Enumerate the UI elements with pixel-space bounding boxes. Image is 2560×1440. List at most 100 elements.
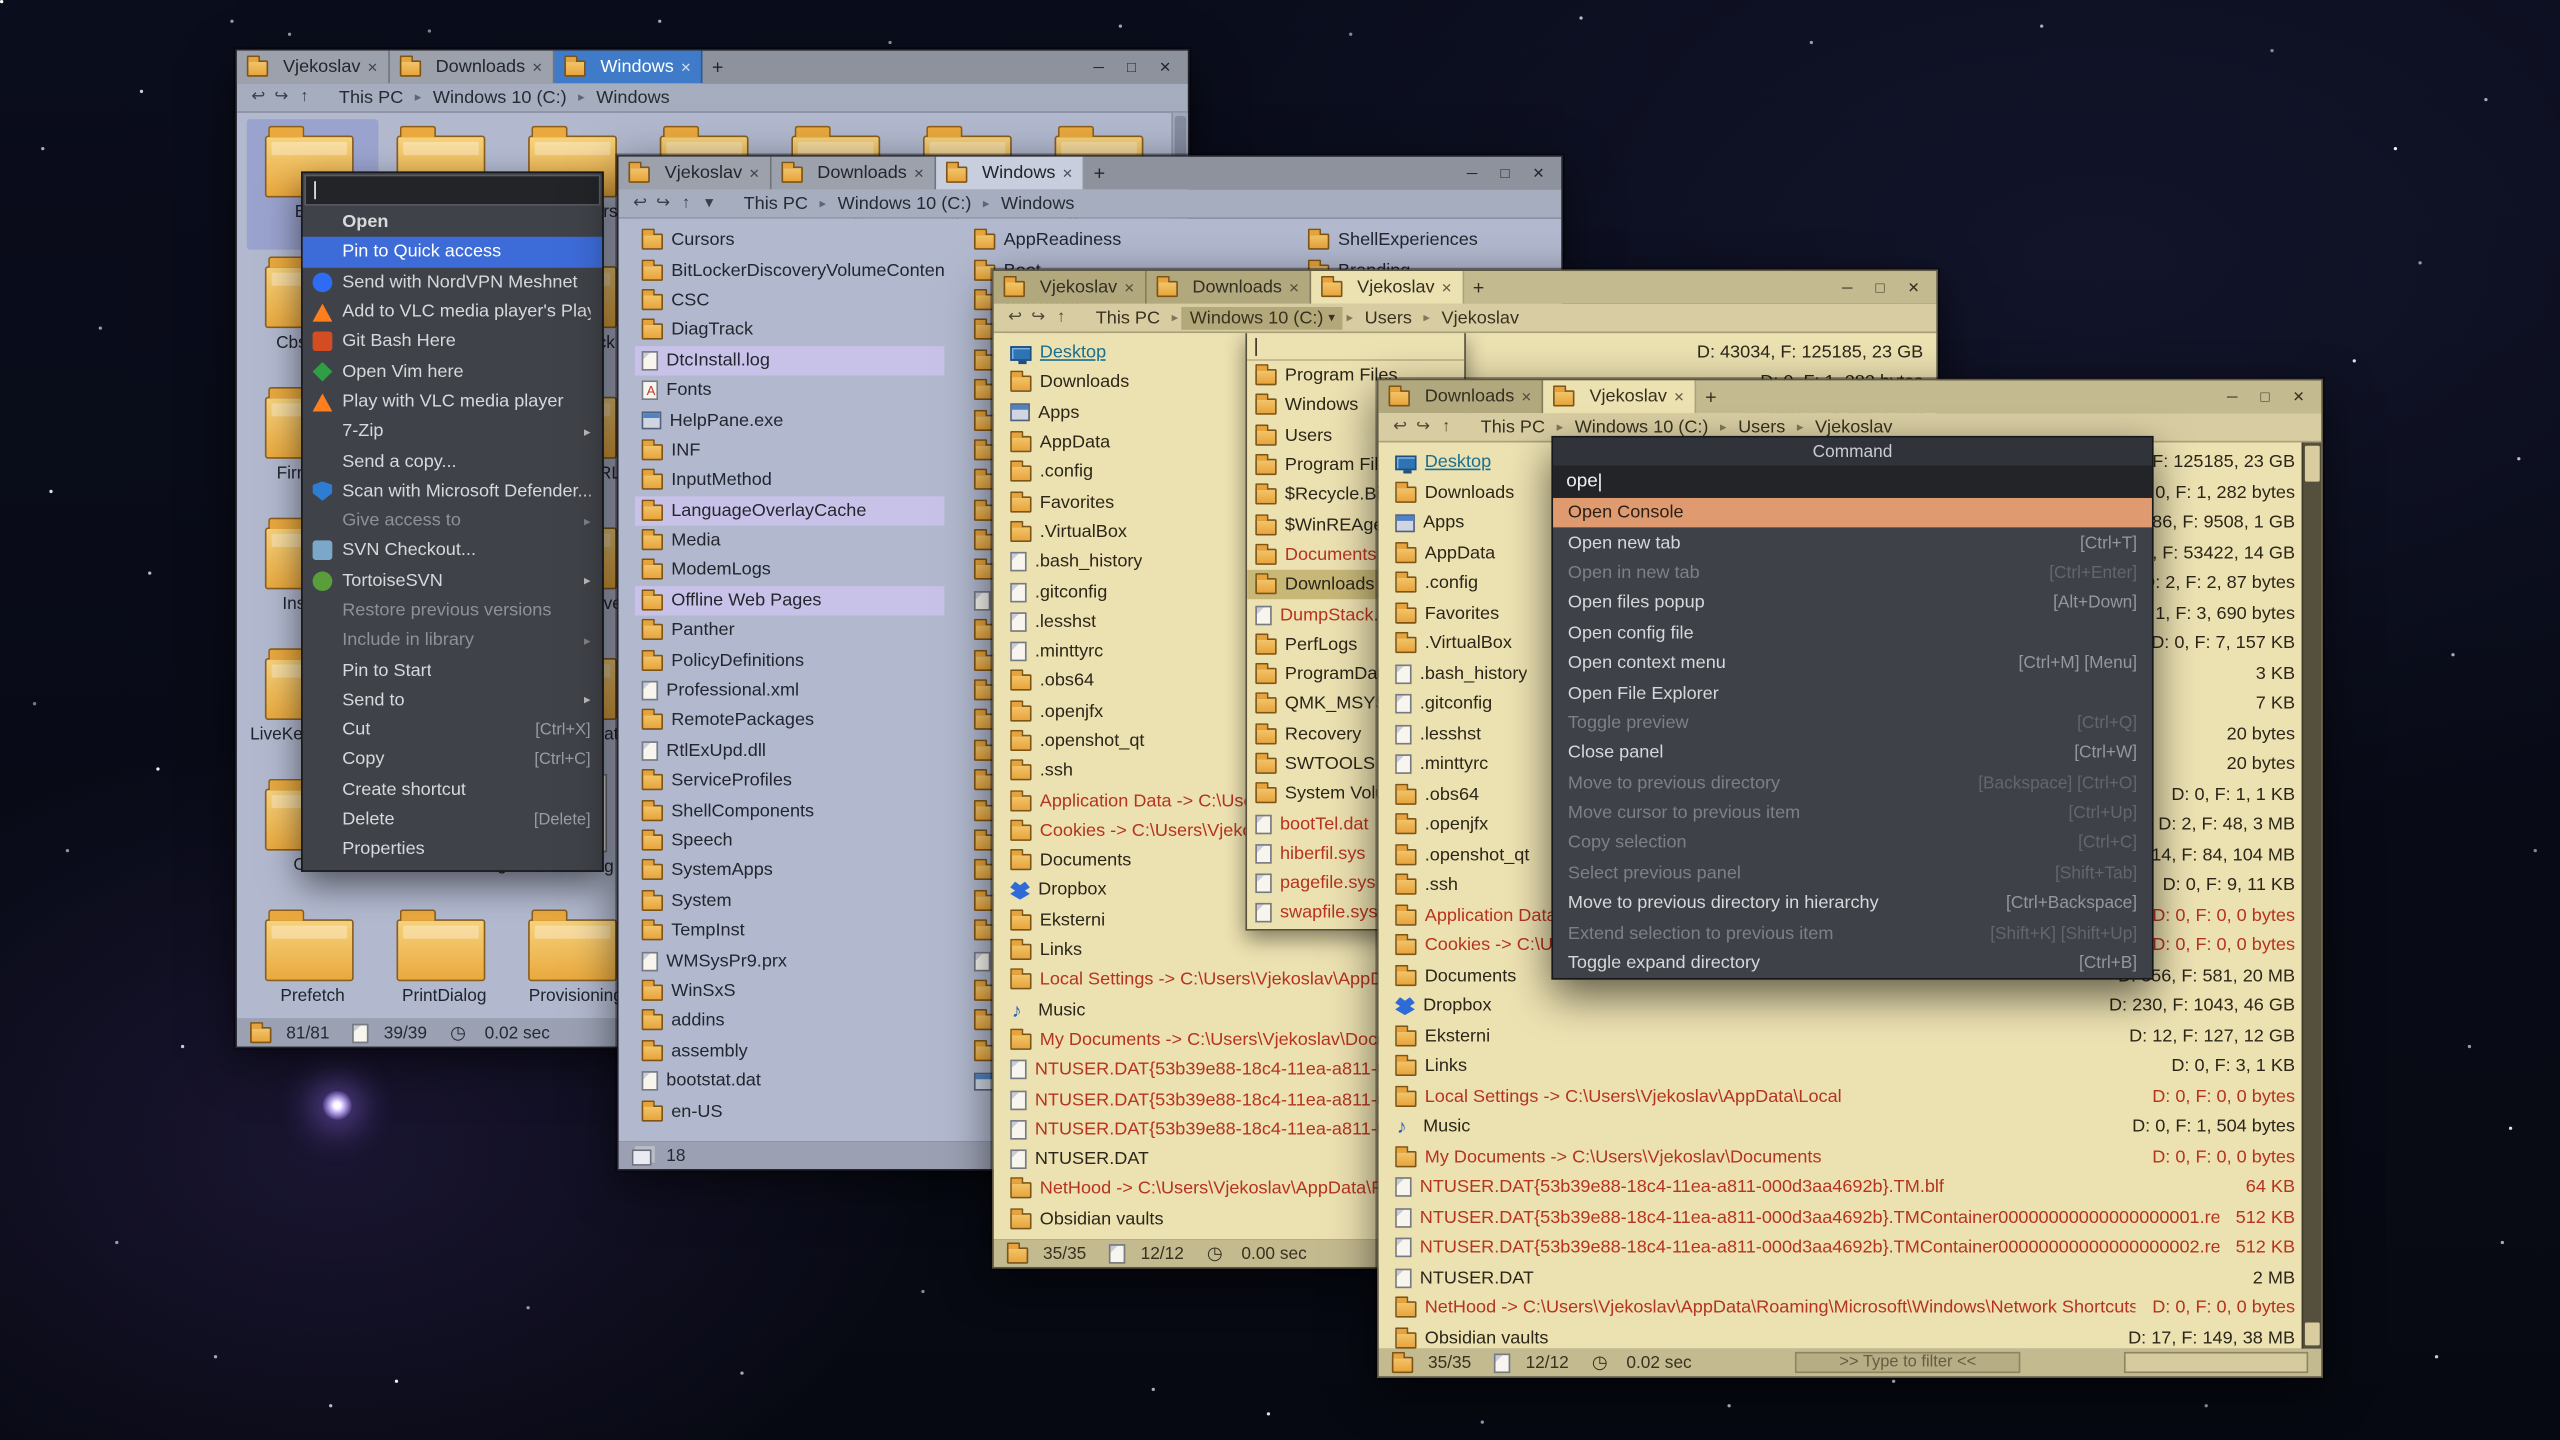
breadcrumb-segment[interactable]: Windows 10 (C:) ▾ xyxy=(1181,306,1343,329)
file-row[interactable]: addins xyxy=(635,1006,944,1036)
command-item[interactable]: Open File Explorer xyxy=(1553,678,2152,708)
tab-close-icon[interactable]: ✕ xyxy=(367,60,378,75)
file-row[interactable]: NTUSER.DAT{53b39e88-18c4-11ea-a811-000d3… xyxy=(1395,1172,2295,1202)
minimize-button[interactable]: ─ xyxy=(1842,279,1853,295)
file-row[interactable]: My Documents -> C:\Users\Vjekoslav\Docum… xyxy=(1395,1142,2295,1172)
file-row[interactable]: Obsidian vaults D: 17, F: 149, 38 MB xyxy=(1395,1323,2295,1348)
tab-close-icon[interactable]: ✕ xyxy=(1289,280,1300,295)
maximize-button[interactable]: □ xyxy=(2261,389,2270,405)
nav-icon[interactable]: ↩ xyxy=(1004,309,1027,327)
file-row[interactable]: InputMethod xyxy=(635,466,944,496)
command-item[interactable]: Open context menu [Ctrl+M] [Menu] xyxy=(1553,648,2152,678)
file-row[interactable]: System xyxy=(635,886,944,916)
minimize-button[interactable]: ─ xyxy=(1467,165,1478,181)
breadcrumb-segment[interactable]: Vjekoslav ▾ xyxy=(1433,306,1527,329)
command-item[interactable]: Toggle expand directory [Ctrl+B] xyxy=(1553,948,2152,978)
command-item[interactable]: Open files popup [Alt+Down] xyxy=(1553,588,2152,618)
file-row[interactable]: Cursors xyxy=(635,225,944,255)
minimize-button[interactable]: ─ xyxy=(2227,389,2238,405)
tab[interactable]: Vjekoslav ✕ xyxy=(994,271,1147,304)
tab[interactable]: Windows ✕ xyxy=(936,157,1085,190)
tab[interactable]: Downloads ✕ xyxy=(771,157,936,190)
tab[interactable]: Windows ✕ xyxy=(554,51,703,84)
file-row[interactable]: CSC xyxy=(635,285,944,315)
file-row[interactable]: RemotePackages xyxy=(635,706,944,736)
file-row[interactable]: Local Settings -> C:\Users\Vjekoslav\App… xyxy=(1395,1082,2295,1112)
minimize-button[interactable]: ─ xyxy=(1093,59,1104,75)
tab-close-icon[interactable]: ✕ xyxy=(1441,280,1452,295)
breadcrumb-segment[interactable]: Windows 10 (C:) ▾ xyxy=(425,86,575,109)
nav-icon[interactable]: ↪ xyxy=(270,88,293,106)
context-menu-item[interactable]: Properties ▸ xyxy=(303,835,602,865)
command-item[interactable]: Extend selection to previous item [Shift… xyxy=(1553,918,2152,948)
command-item[interactable]: Toggle preview [Ctrl+Q] xyxy=(1553,708,2152,738)
file-row[interactable]: Links D: 0, F: 3, 1 KB xyxy=(1395,1051,2295,1081)
tab-close-icon[interactable]: ✕ xyxy=(1521,389,1532,404)
file-row[interactable]: WinSxS xyxy=(635,976,944,1006)
command-item[interactable]: Select previous panel [Shift+Tab] xyxy=(1553,858,2152,888)
nav-icon[interactable]: ↪ xyxy=(1412,418,1435,436)
maximize-button[interactable]: □ xyxy=(1500,165,1509,181)
command-item[interactable]: Open config file xyxy=(1553,618,2152,648)
file-row[interactable]: NTUSER.DAT 2 MB xyxy=(1395,1263,2295,1293)
maximize-button[interactable]: □ xyxy=(1127,59,1136,75)
scrollbar-bottom-button[interactable] xyxy=(2305,1322,2320,1345)
file-row[interactable]: HelpPane.exe xyxy=(635,405,944,435)
breadcrumb-segment[interactable]: This PC xyxy=(735,192,816,215)
breadcrumb-segment[interactable]: Windows 10 (C:) xyxy=(829,192,979,215)
context-menu-item[interactable]: Send to ▸ xyxy=(303,685,602,715)
nav-icon[interactable]: ↑ xyxy=(1050,309,1073,327)
file-row[interactable]: TempInst xyxy=(635,916,944,946)
context-menu-item[interactable]: Scan with Microsoft Defender... ▸ xyxy=(303,476,602,506)
breadcrumb-segment[interactable]: This PC xyxy=(1472,416,1553,439)
context-menu-item[interactable]: Send with NordVPN Meshnet ▸ xyxy=(303,267,602,297)
command-item[interactable]: Move cursor to previous item [Ctrl+Up] xyxy=(1553,798,2152,828)
tab[interactable]: Downloads ✕ xyxy=(1146,271,1311,304)
file-row[interactable]: SystemApps xyxy=(635,856,944,886)
filter-input-well[interactable] xyxy=(2124,1352,2308,1373)
tab-close-icon[interactable]: ✕ xyxy=(1124,280,1135,295)
file-row[interactable]: AppReadiness xyxy=(967,225,1278,255)
new-tab-button[interactable]: + xyxy=(1464,271,1494,304)
file-row[interactable]: WMSysPr9.prx xyxy=(635,946,944,976)
folder-item[interactable]: PrintDialog xyxy=(378,903,510,1019)
command-item[interactable]: Open Console xyxy=(1553,498,2152,528)
nav-icon[interactable]: ↪ xyxy=(651,194,674,212)
file-row[interactable]: ModemLogs xyxy=(635,556,944,586)
context-menu-item[interactable]: Cut [Ctrl+X] ▸ xyxy=(303,715,602,745)
breadcrumb-segment[interactable]: Users ▾ xyxy=(1356,306,1420,329)
file-row[interactable]: ServiceProfiles xyxy=(635,766,944,796)
file-row[interactable]: DtcInstall.log xyxy=(635,345,944,375)
context-menu-item[interactable]: Copy [Ctrl+C] ▸ xyxy=(303,745,602,775)
context-menu-item[interactable]: 7-Zip ▸ xyxy=(303,416,602,446)
file-row[interactable]: ShellComponents xyxy=(635,796,944,826)
breadcrumb-segment[interactable]: Windows ▾ xyxy=(588,86,678,109)
file-row[interactable]: Professional.xml xyxy=(635,676,944,706)
tab[interactable]: Vjekoslav ✕ xyxy=(619,157,772,190)
tab-close-icon[interactable]: ✕ xyxy=(680,60,691,75)
breadcrumb-segment[interactable]: This PC ▾ xyxy=(331,86,412,109)
command-item[interactable]: Close panel [Ctrl+W] xyxy=(1553,738,2152,768)
command-item[interactable]: Move to previous directory in hierarchy … xyxy=(1553,888,2152,918)
nav-icon[interactable]: ↩ xyxy=(247,88,270,106)
nav-icon[interactable]: ↩ xyxy=(1389,418,1412,436)
file-row[interactable]: Eksterni D: 12, F: 127, 12 GB xyxy=(1395,1021,2295,1051)
tab-close-icon[interactable]: ✕ xyxy=(1674,389,1685,404)
nav-icon[interactable]: ↑ xyxy=(675,194,698,212)
type-to-filter-box[interactable]: >> Type to filter << xyxy=(1795,1352,2021,1373)
nav-icon[interactable]: ▾ xyxy=(698,194,721,212)
command-palette-input[interactable]: ope xyxy=(1553,465,2152,498)
context-menu-item[interactable]: TortoiseSVN ▸ xyxy=(303,566,602,596)
command-item[interactable]: Move to previous directory [Backspace] [… xyxy=(1553,768,2152,798)
file-row[interactable]: PolicyDefinitions xyxy=(635,646,944,676)
file-row[interactable]: Music D: 0, F: 1, 504 bytes xyxy=(1395,1112,2295,1142)
tab-close-icon[interactable]: ✕ xyxy=(532,60,543,75)
file-row[interactable]: BitLockerDiscoveryVolumeContents xyxy=(635,255,944,285)
context-menu-item[interactable]: Give access to ▸ xyxy=(303,506,602,536)
context-menu-item[interactable]: Pin to Quick access ▸ xyxy=(303,237,602,267)
file-row[interactable]: assembly xyxy=(635,1036,944,1066)
file-row[interactable]: Desktop D: 43034, F: 125185, 23 GB xyxy=(1010,338,1923,368)
context-menu-item[interactable]: Delete [Delete] ▸ xyxy=(303,805,602,835)
file-row[interactable]: Panther xyxy=(635,616,944,646)
command-item[interactable]: Open in new tab [Ctrl+Enter] xyxy=(1553,558,2152,588)
